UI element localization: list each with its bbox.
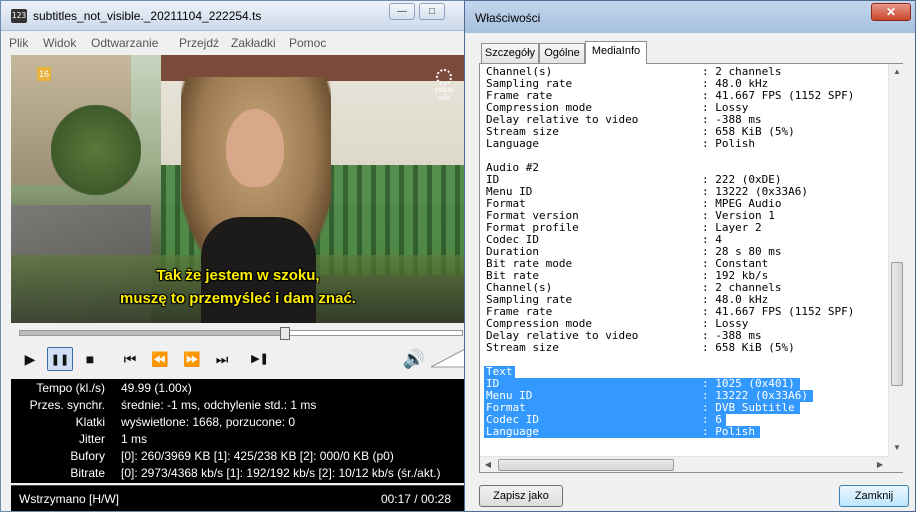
app-icon: 123: [11, 9, 27, 23]
mediainfo-line: [484, 354, 888, 366]
minimize-button[interactable]: —: [389, 3, 415, 20]
subtitle-line-2: muszę to przemyśleć i dam znać.: [120, 290, 356, 307]
video-frame[interactable]: 16 polsat cafe Tak że jestem w szoku, mu…: [11, 55, 465, 323]
status-bar: Wstrzymano [H/W] 00:17 / 00:28: [11, 485, 465, 511]
mediainfo-line: Stream size : 658 KiB (5%): [484, 342, 888, 354]
stat-row: Przes. synchr. średnie: -1 ms, odchyleni…: [11, 398, 465, 415]
scroll-down-arrow-icon[interactable]: ▼: [889, 440, 905, 456]
mediainfo-line: Language : Polish: [484, 426, 760, 438]
next-button[interactable]: ⏭: [209, 347, 235, 371]
player-window: 123 subtitles_not_visible._20211104_2222…: [0, 0, 470, 512]
save-as-button[interactable]: Zapisz jako: [479, 485, 563, 507]
horizontal-scrollbar[interactable]: ◀ ▶: [480, 456, 888, 472]
dialog-title-bar[interactable]: Właściwości ✕: [465, 1, 915, 33]
stat-value: 49.99 (1.00x): [121, 381, 192, 395]
mediainfo-key: Language: [486, 425, 539, 438]
properties-dialog: Właściwości ✕ Szczegóły Ogólne MediaInfo…: [464, 0, 916, 512]
menu-widok[interactable]: Widok: [43, 36, 76, 50]
menu-zakladki[interactable]: Zakładki: [231, 36, 276, 50]
dialog-close-button[interactable]: ✕: [871, 3, 911, 21]
dialog-title: Właściwości: [475, 11, 541, 25]
mediainfo-panel: Channel(s): 2 channels Sampling rate: 48.…: [479, 63, 904, 473]
stat-value: średnie: -1 ms, odchylenie std.: 1 ms: [121, 398, 317, 412]
mediainfo-line: Language : Polish: [484, 138, 888, 150]
menu-przejdz[interactable]: Przejdź: [179, 36, 219, 50]
stat-label: Tempo (kl./s): [36, 381, 105, 395]
stat-row: Jitter 1 ms: [11, 432, 465, 449]
subtitle-line-1: Tak że jestem w szoku,: [156, 267, 320, 284]
menu-odtwarzanie[interactable]: Odtwarzanie: [91, 36, 158, 50]
mediainfo-line: Bit rate mode: Constant: [484, 258, 888, 270]
tab-szczegoly[interactable]: Szczegóły: [481, 43, 539, 63]
playback-status: Wstrzymano [H/W]: [19, 492, 120, 506]
volume-slider[interactable]: [431, 347, 465, 369]
playback-time: 00:17 / 00:28: [380, 492, 451, 506]
video-person-face: [226, 109, 284, 187]
mediainfo-line: Codec ID: 4: [484, 234, 888, 246]
mediainfo-line: Stream size: 658 KiB (5%): [484, 126, 888, 138]
mediainfo-line: Menu ID: 13222 (0x33A6): [484, 186, 888, 198]
scroll-right-arrow-icon[interactable]: ▶: [872, 457, 888, 473]
maximize-button[interactable]: □: [419, 3, 445, 20]
stat-row: Klatki wyświetlone: 1668, porzucone: 0: [11, 415, 465, 432]
stat-label: Bitrate: [70, 466, 105, 480]
mediainfo-key: Language: [486, 137, 539, 150]
channel-logo: polsat cafe: [429, 69, 459, 103]
pause-button[interactable]: ❚❚: [47, 347, 73, 371]
stat-row: Bufory [0]: 260/3969 KB [1]: 425/238 KB …: [11, 449, 465, 466]
mediainfo-value: : Polish: [702, 425, 755, 438]
stop-button[interactable]: ■: [77, 347, 103, 371]
seek-bar[interactable]: [19, 330, 463, 336]
stat-label: Przes. synchr.: [29, 398, 105, 412]
channel-logo-icon: [436, 69, 452, 85]
tab-ogolne[interactable]: Ogólne: [539, 43, 585, 63]
mediainfo-line: ID: 222 (0xDE): [484, 174, 888, 186]
stat-value: wyświetlone: 1668, porzucone: 0: [121, 415, 296, 429]
stat-label: Klatki: [75, 415, 105, 429]
volume-icon[interactable]: 🔊: [401, 347, 427, 371]
stat-value: [0]: 2973/4368 kb/s [1]: 192/192 kb/s [2…: [121, 466, 441, 480]
menu-bar: Plik Widok Odtwarzanie Przejdź Zakładki …: [1, 32, 469, 54]
mediainfo-line: Format profile: Layer 2: [484, 222, 888, 234]
vertical-scrollbar[interactable]: ▲ ▼: [888, 64, 904, 456]
frame-step-button[interactable]: ▶❚: [247, 347, 273, 371]
vertical-scroll-thumb[interactable]: [891, 262, 903, 386]
play-button[interactable]: ▶: [17, 347, 43, 371]
menu-pomoc[interactable]: Pomoc: [289, 36, 326, 50]
player-title-bar[interactable]: 123 subtitles_not_visible._20211104_2222…: [1, 1, 469, 31]
menu-plik[interactable]: Plik: [9, 36, 28, 50]
stat-value: [0]: 260/3969 KB [1]: 425/238 KB [2]: 00…: [121, 449, 394, 463]
mediainfo-value: : 658 KiB (5%): [702, 341, 795, 354]
channel-logo-text: polsat cafe: [434, 87, 454, 102]
fast-forward-button[interactable]: ⏩: [179, 347, 205, 371]
close-button[interactable]: Zamknij: [839, 485, 909, 507]
video-bg-trees: [51, 105, 141, 195]
mediainfo-line: Audio #2: [484, 162, 888, 174]
stat-value: 1 ms: [121, 432, 148, 446]
age-rating-badge: 16: [37, 67, 51, 81]
stat-row: Tempo (kl./s) 49.99 (1.00x): [11, 381, 465, 398]
seek-progress: [20, 331, 286, 335]
stat-row: Bitrate [0]: 2973/4368 kb/s [1]: 192/192…: [11, 466, 465, 483]
mediainfo-key: Stream size: [486, 341, 559, 354]
mediainfo-value: : Polish: [702, 137, 755, 150]
rewind-button[interactable]: ⏪: [147, 347, 173, 371]
mediainfo-text[interactable]: Channel(s): 2 channels Sampling rate: 48.…: [484, 66, 888, 458]
video-person: [181, 77, 331, 323]
window-title: subtitles_not_visible._20211104_222254.t…: [33, 9, 262, 23]
scroll-left-arrow-icon[interactable]: ◀: [480, 457, 496, 473]
horizontal-scroll-thumb[interactable]: [498, 459, 674, 471]
scroll-up-arrow-icon[interactable]: ▲: [889, 64, 905, 80]
stat-label: Jitter: [78, 432, 105, 446]
size-grip: [888, 456, 904, 472]
tab-mediainfo[interactable]: MediaInfo: [585, 41, 647, 64]
mediainfo-line: [484, 150, 888, 162]
stat-label: Bufory: [70, 449, 105, 463]
statistics-panel: Tempo (kl./s) 49.99 (1.00x) Przes. synch…: [11, 379, 465, 483]
previous-button[interactable]: ⏮: [117, 347, 143, 371]
seek-thumb[interactable]: [280, 327, 291, 340]
